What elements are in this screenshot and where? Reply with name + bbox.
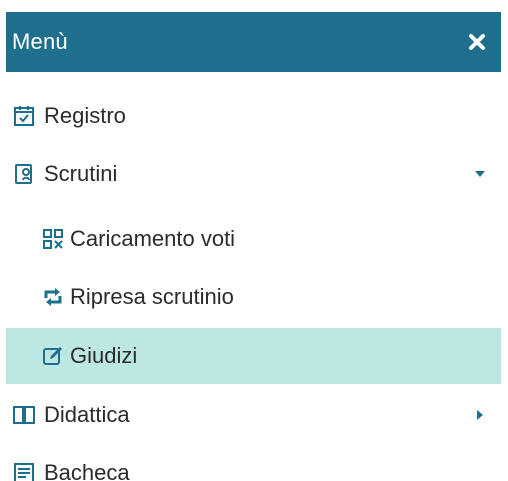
menu-item-label: Giudizi xyxy=(70,343,138,368)
menu-item-registro[interactable]: Registro xyxy=(6,88,501,144)
caret-down-icon xyxy=(473,167,487,181)
book-icon xyxy=(12,403,36,427)
menu-item-didattica[interactable]: Didattica xyxy=(6,387,501,443)
edit-icon xyxy=(42,344,64,368)
menu-item-label: Registro xyxy=(44,103,126,128)
calendar-check-icon xyxy=(12,104,36,128)
menu-item-ripresa-scrutinio[interactable]: Ripresa scrutinio xyxy=(6,269,501,325)
close-icon[interactable] xyxy=(467,32,487,52)
menu-title: Menù xyxy=(12,29,68,54)
report-icon xyxy=(12,162,36,186)
menu-item-giudizi[interactable]: Giudizi xyxy=(6,328,501,384)
grid-icon xyxy=(42,227,64,251)
menu-item-bacheca[interactable]: Bacheca xyxy=(6,445,501,481)
menu-item-label: Bacheca xyxy=(44,460,130,481)
menu-item-scrutini[interactable]: Scrutini xyxy=(6,146,501,202)
menu-item-label: Scrutini xyxy=(44,161,118,186)
side-menu: Menù Registro Scrutini Caricamento voti … xyxy=(0,0,508,481)
menu-item-label: Didattica xyxy=(44,402,130,427)
menu-header: Menù xyxy=(6,12,501,72)
board-icon xyxy=(12,461,36,481)
menu-item-label: Caricamento voti xyxy=(70,226,236,251)
retweet-icon xyxy=(42,285,64,309)
menu-item-label: Ripresa scrutinio xyxy=(70,284,234,309)
caret-right-icon xyxy=(473,408,487,422)
menu-item-caricamento-voti[interactable]: Caricamento voti xyxy=(6,211,501,267)
